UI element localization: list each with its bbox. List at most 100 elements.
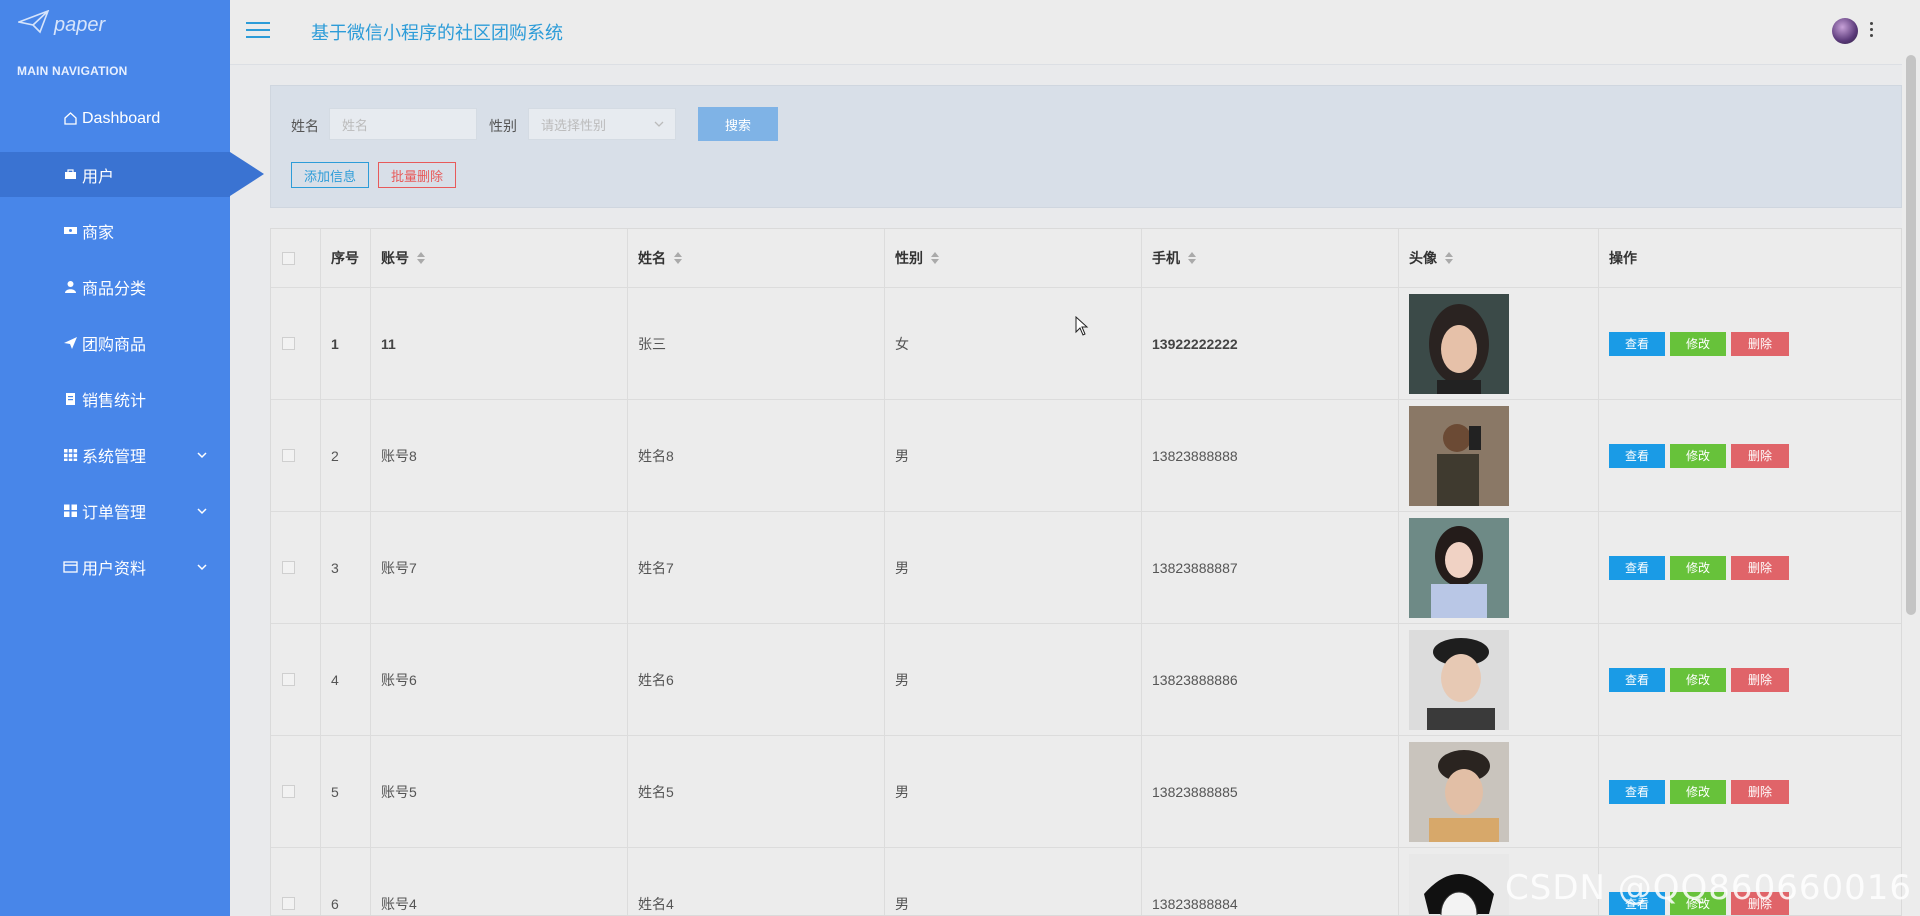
- watermark: CSDN @QQ860660016: [1505, 868, 1912, 908]
- name-cell: 张三: [628, 288, 885, 399]
- search-panel: 姓名 姓名 性别 请选择性别 搜索 添加信息 批量删除: [270, 85, 1902, 208]
- delete-button[interactable]: 删除: [1731, 555, 1789, 580]
- view-button[interactable]: 查看: [1609, 667, 1665, 692]
- delete-button[interactable]: 删除: [1731, 331, 1789, 356]
- scrollbar-thumb[interactable]: [1906, 55, 1916, 615]
- gender-label: 性别: [489, 118, 517, 134]
- edit-button[interactable]: 修改: [1670, 667, 1726, 692]
- row-checkbox[interactable]: [282, 673, 295, 686]
- phone-cell: 13823888884: [1142, 848, 1399, 915]
- app-title: 基于微信小程序的社区团购系统: [311, 23, 563, 43]
- actions-cell: 查看 修改 删除: [1599, 624, 1901, 735]
- sidebar-item-group-products[interactable]: 团购商品: [0, 320, 230, 365]
- index-cell: 6: [321, 848, 371, 915]
- account-cell: 账号4: [371, 848, 628, 915]
- table-row: 2 账号8 姓名8 男 13823888888 查看 修改 删除: [271, 400, 1901, 512]
- name-cell: 姓名6: [628, 624, 885, 735]
- account-cell: 账号8: [371, 400, 628, 511]
- menu-toggle-icon[interactable]: [245, 19, 271, 44]
- phone-cell: 13823888885: [1142, 736, 1399, 847]
- index-cell: 5: [321, 736, 371, 847]
- briefcase-icon: [63, 167, 78, 182]
- avatar-photo: [1409, 629, 1509, 730]
- phone-cell: 13823888887: [1142, 512, 1399, 623]
- sort-icon[interactable]: [417, 252, 425, 264]
- col-account-label: 账号: [381, 250, 409, 266]
- bulk-delete-button[interactable]: 批量删除: [378, 162, 456, 188]
- row-checkbox[interactable]: [282, 337, 295, 350]
- account-cell: 账号5: [371, 736, 628, 847]
- index-cell: 4: [321, 624, 371, 735]
- view-button[interactable]: 查看: [1609, 443, 1665, 468]
- index-cell: 2: [321, 400, 371, 511]
- logo[interactable]: paper: [16, 9, 105, 40]
- row-checkbox[interactable]: [282, 785, 295, 798]
- sort-icon[interactable]: [674, 252, 682, 264]
- sidebar-item-label: 订单管理: [82, 504, 147, 522]
- gender-cell: 男: [885, 848, 1142, 915]
- sidebar-item-label: 用户资料: [82, 560, 147, 578]
- select-all-cell: [271, 229, 321, 287]
- delete-button[interactable]: 删除: [1731, 667, 1789, 692]
- sidebar-item-merchants[interactable]: 商家: [0, 208, 230, 253]
- index-cell: 1: [321, 288, 371, 399]
- account-cell: 账号7: [371, 512, 628, 623]
- sidebar-item-system-management[interactable]: 系统管理: [0, 432, 230, 477]
- name-search-input[interactable]: 姓名: [329, 108, 477, 140]
- col-name[interactable]: 姓名: [628, 229, 885, 287]
- row-select-cell: [271, 624, 321, 735]
- select-all-checkbox[interactable]: [282, 251, 295, 265]
- sidebar-item-order-management[interactable]: 订单管理: [0, 488, 230, 533]
- apps-icon: [63, 503, 78, 518]
- row-checkbox[interactable]: [282, 561, 295, 574]
- search-button[interactable]: 搜索: [698, 107, 778, 141]
- more-options-icon[interactable]: [1870, 22, 1874, 37]
- avatar-photo: [1409, 293, 1509, 394]
- gender-select[interactable]: 请选择性别: [528, 108, 676, 140]
- user-icon: [63, 279, 78, 294]
- phone-cell: 13922222222: [1142, 288, 1399, 399]
- edit-button[interactable]: 修改: [1670, 779, 1726, 804]
- col-phone-label: 手机: [1152, 250, 1180, 266]
- sidebar-item-label: Dashboard: [82, 109, 161, 127]
- col-account[interactable]: 账号: [371, 229, 628, 287]
- sort-icon[interactable]: [1188, 252, 1196, 264]
- sidebar-item-user-profile[interactable]: 用户资料: [0, 544, 230, 589]
- paper-plane-icon: [16, 9, 50, 40]
- add-info-button[interactable]: 添加信息: [291, 162, 369, 188]
- avatar-cell: [1399, 512, 1599, 623]
- edit-button[interactable]: 修改: [1670, 555, 1726, 580]
- col-phone[interactable]: 手机: [1142, 229, 1399, 287]
- view-button[interactable]: 查看: [1609, 779, 1665, 804]
- user-avatar[interactable]: [1832, 18, 1858, 44]
- view-button[interactable]: 查看: [1609, 331, 1665, 356]
- col-gender[interactable]: 性别: [885, 229, 1142, 287]
- sidebar-nav: Dashboard 用户 商家 商品分类 团购商品 销售统计 系统管理 订单管理…: [0, 96, 265, 600]
- gender-cell: 男: [885, 624, 1142, 735]
- actions-cell: 查看 修改 删除: [1599, 400, 1901, 511]
- delete-button[interactable]: 删除: [1731, 443, 1789, 468]
- delete-button[interactable]: 删除: [1731, 779, 1789, 804]
- sidebar-item-categories[interactable]: 商品分类: [0, 264, 230, 309]
- sidebar-item-label: 用户: [82, 168, 115, 186]
- sidebar-item-dashboard[interactable]: Dashboard: [0, 96, 230, 141]
- sidebar-item-label: 团购商品: [82, 336, 147, 354]
- row-checkbox[interactable]: [282, 449, 295, 462]
- top-bar: 基于微信小程序的社区团购系统: [230, 0, 1920, 65]
- avatar-photo: [1409, 517, 1509, 618]
- avatar-cell: [1399, 400, 1599, 511]
- col-avatar[interactable]: 头像: [1399, 229, 1599, 287]
- sidebar-item-users[interactable]: 用户: [0, 152, 264, 197]
- sort-icon[interactable]: [1445, 252, 1453, 264]
- edit-button[interactable]: 修改: [1670, 331, 1726, 356]
- avatar-cell: [1399, 624, 1599, 735]
- sidebar-item-sales-stats[interactable]: 销售统计: [0, 376, 230, 421]
- row-checkbox[interactable]: [282, 897, 295, 910]
- col-index-label: 序号: [331, 250, 359, 266]
- row-select-cell: [271, 848, 321, 915]
- edit-button[interactable]: 修改: [1670, 443, 1726, 468]
- view-button[interactable]: 查看: [1609, 555, 1665, 580]
- avatar-cell: [1399, 288, 1599, 399]
- sidebar-item-label: 系统管理: [82, 448, 147, 466]
- sort-icon[interactable]: [931, 252, 939, 264]
